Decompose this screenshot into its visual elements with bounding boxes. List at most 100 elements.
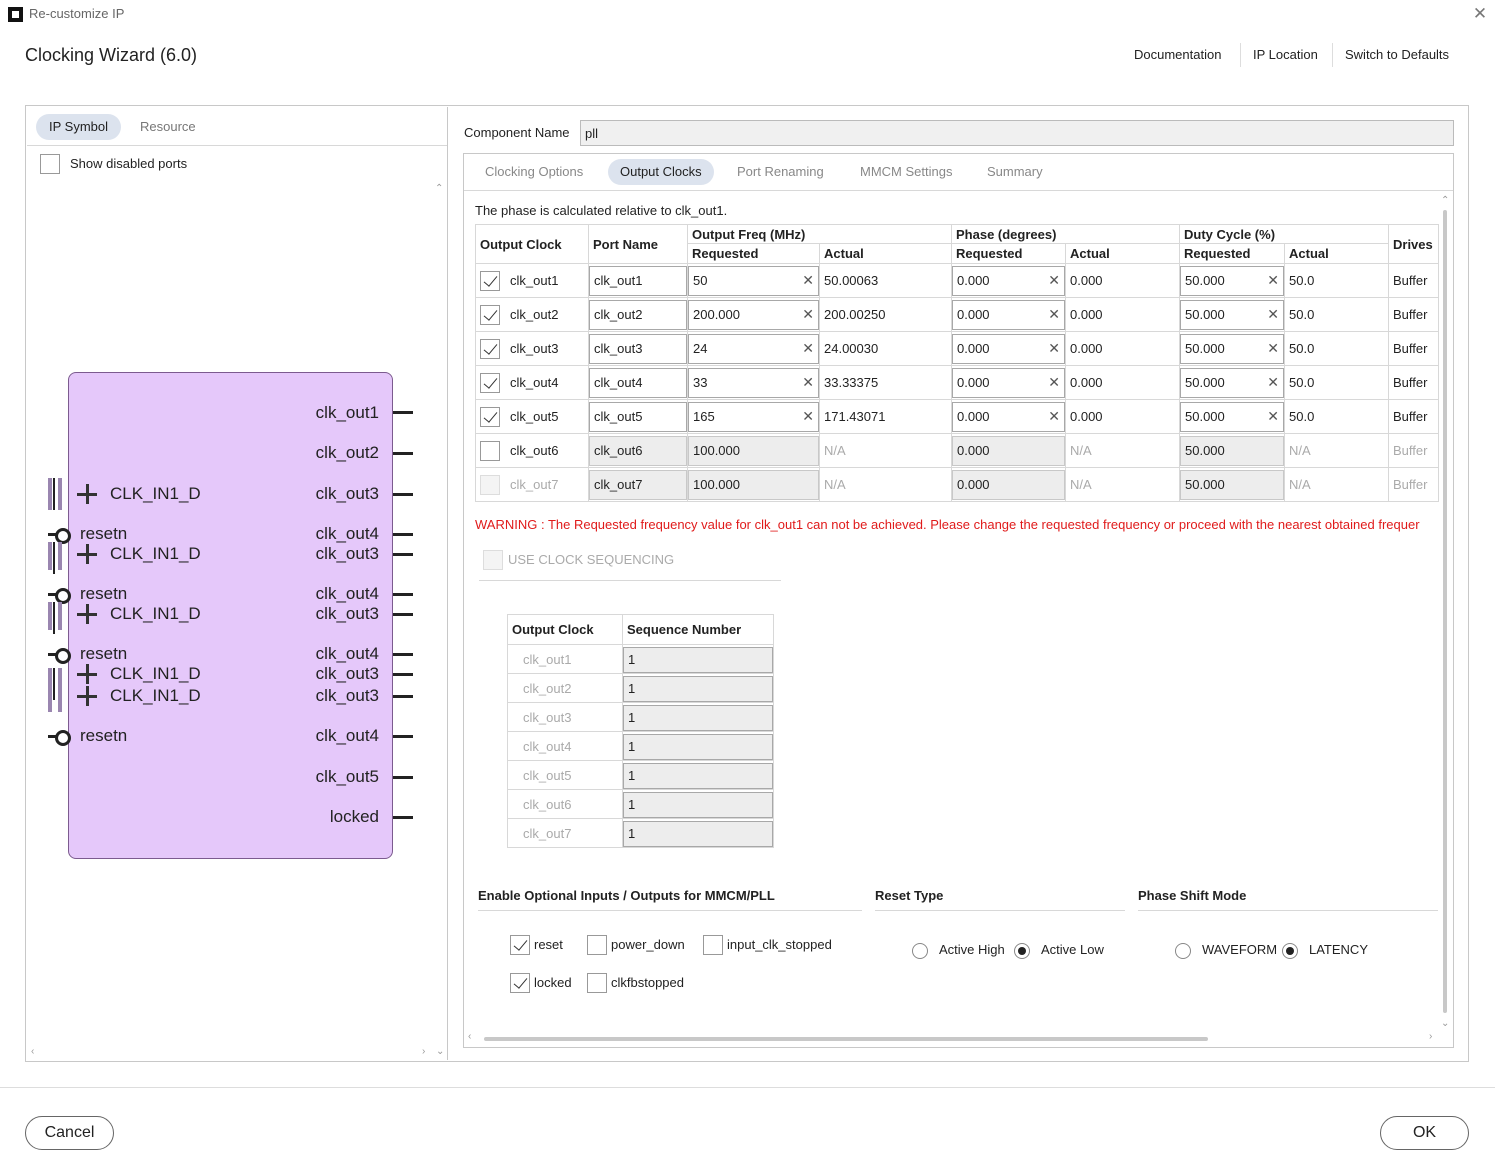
clear-icon[interactable]: ✕ xyxy=(1267,374,1279,391)
clear-icon[interactable]: ✕ xyxy=(1267,306,1279,323)
component-name-input[interactable] xyxy=(580,120,1454,146)
scroll-right-icon[interactable]: › xyxy=(422,1046,425,1057)
expand-plus-icon[interactable] xyxy=(77,604,97,624)
latency-radio[interactable] xyxy=(1282,943,1298,959)
freq-req-input[interactable]: 165 ✕ xyxy=(688,401,819,432)
phase-req-input[interactable]: 0.000 ✕ xyxy=(952,265,1065,296)
phase-req-input[interactable]: 0.000 ✕ xyxy=(952,333,1065,364)
clear-icon[interactable]: ✕ xyxy=(802,408,814,425)
clear-icon[interactable]: ✕ xyxy=(1048,340,1060,357)
clear-icon[interactable]: ✕ xyxy=(1048,272,1060,289)
duty-req-input[interactable]: 50.000 ✕ xyxy=(1180,401,1284,432)
port-input[interactable]: clk_out4 xyxy=(589,367,687,398)
sequence-number-input[interactable]: 1 xyxy=(623,676,773,702)
scroll-left-icon[interactable]: ‹ xyxy=(31,1046,34,1057)
clear-icon[interactable]: ✕ xyxy=(1048,408,1060,425)
clock-enable-checkbox[interactable] xyxy=(480,304,500,325)
active-low-radio[interactable] xyxy=(1014,943,1030,959)
port-input[interactable]: clk_out5 xyxy=(589,401,687,432)
port-input[interactable]: clk_out3 xyxy=(589,333,687,364)
clear-icon[interactable]: ✕ xyxy=(1048,306,1060,323)
sequence-number-input[interactable]: 1 xyxy=(623,763,773,789)
clear-icon[interactable]: ✕ xyxy=(1267,340,1279,357)
tab-ip-symbol[interactable]: IP Symbol xyxy=(36,114,122,140)
expand-plus-icon[interactable] xyxy=(77,686,97,706)
port-input[interactable]: clk_out7 xyxy=(589,469,687,500)
vertical-scrollbar[interactable] xyxy=(1443,210,1447,1013)
locked-checkbox[interactable] xyxy=(510,973,530,993)
phase-req-input[interactable]: 0.000 ✕ xyxy=(952,401,1065,432)
use-clock-sequencing-checkbox[interactable] xyxy=(483,550,503,570)
duty-req-input[interactable]: 50.000 ✕ xyxy=(1180,299,1284,330)
clear-icon[interactable]: ✕ xyxy=(1267,272,1279,289)
port-input[interactable]: clk_out2 xyxy=(589,299,687,330)
horizontal-scrollbar[interactable] xyxy=(484,1037,1208,1041)
switch-to-defaults-link[interactable]: Switch to Defaults xyxy=(1345,47,1449,62)
clear-icon[interactable]: ✕ xyxy=(802,306,814,323)
clock-name: clk_out6 xyxy=(510,443,559,458)
clock-enable-checkbox[interactable] xyxy=(480,372,500,393)
scroll-down-icon[interactable]: ⌄ xyxy=(436,1046,444,1057)
show-disabled-ports-checkbox[interactable] xyxy=(40,154,60,174)
clear-icon[interactable]: ✕ xyxy=(802,340,814,357)
power-down-checkbox[interactable] xyxy=(587,935,607,955)
freq-req-input[interactable]: 100.000 xyxy=(688,469,819,500)
sequence-number-input[interactable]: 1 xyxy=(623,821,773,847)
duty-req-input[interactable]: 50.000 ✕ xyxy=(1180,333,1284,364)
phase-req-input[interactable]: 0.000 xyxy=(952,469,1065,500)
scroll-right-icon[interactable]: › xyxy=(1429,1031,1432,1042)
scroll-left-icon[interactable]: ‹ xyxy=(468,1031,471,1042)
reset-checkbox[interactable] xyxy=(510,935,530,955)
tab-port-renaming[interactable]: Port Renaming xyxy=(725,159,836,185)
phase-req-input[interactable]: 0.000 ✕ xyxy=(952,299,1065,330)
sequence-number-input[interactable]: 1 xyxy=(623,647,773,673)
close-icon[interactable]: ✕ xyxy=(1470,4,1490,24)
clear-icon[interactable]: ✕ xyxy=(1267,408,1279,425)
phase-req-input[interactable]: 0.000 ✕ xyxy=(952,367,1065,398)
clock-enable-checkbox[interactable] xyxy=(480,406,500,427)
expand-plus-icon[interactable] xyxy=(77,664,97,684)
clkfbstopped-checkbox[interactable] xyxy=(587,973,607,993)
phase-req-input[interactable]: 0.000 xyxy=(952,435,1065,466)
clock-enable-checkbox[interactable] xyxy=(480,270,500,291)
tab-clocking-options[interactable]: Clocking Options xyxy=(473,159,595,185)
duty-req-input[interactable]: 50.000 xyxy=(1180,469,1284,500)
clear-icon[interactable]: ✕ xyxy=(802,272,814,289)
sequence-number-input[interactable]: 1 xyxy=(623,792,773,818)
documentation-link[interactable]: Documentation xyxy=(1134,47,1221,62)
freq-req-input[interactable]: 100.000 xyxy=(688,435,819,466)
ip-location-link[interactable]: IP Location xyxy=(1253,47,1318,62)
duty-req-input[interactable]: 50.000 ✕ xyxy=(1180,367,1284,398)
scroll-up-icon[interactable]: ⌃ xyxy=(1441,195,1449,206)
input-clk-stopped-checkbox[interactable] xyxy=(703,935,723,955)
waveform-radio[interactable] xyxy=(1175,943,1191,959)
cancel-button[interactable]: Cancel xyxy=(25,1116,114,1150)
sequence-number-input[interactable]: 1 xyxy=(623,734,773,760)
expand-plus-icon[interactable] xyxy=(77,544,97,564)
freq-req-input[interactable]: 24 ✕ xyxy=(688,333,819,364)
clock-enable-checkbox[interactable] xyxy=(480,474,500,495)
clear-icon[interactable]: ✕ xyxy=(802,374,814,391)
duty-req-input[interactable]: 50.000 xyxy=(1180,435,1284,466)
tab-resource[interactable]: Resource xyxy=(127,114,209,140)
tab-mmcm-settings[interactable]: MMCM Settings xyxy=(848,159,964,185)
clock-enable-checkbox[interactable] xyxy=(480,338,500,359)
cell-value: clk_out3 xyxy=(594,341,643,356)
clock-enable-checkbox[interactable] xyxy=(480,440,500,461)
tab-output-clocks[interactable]: Output Clocks xyxy=(608,159,714,185)
sequence-number-input[interactable]: 1 xyxy=(623,705,773,731)
port-input[interactable]: clk_out1 xyxy=(589,265,687,296)
freq-req-input[interactable]: 33 ✕ xyxy=(688,367,819,398)
ok-button[interactable]: OK xyxy=(1380,1116,1469,1150)
scroll-up-icon[interactable]: ⌃ xyxy=(435,183,443,194)
port-input[interactable]: clk_out6 xyxy=(589,435,687,466)
active-high-radio[interactable] xyxy=(912,943,928,959)
scroll-down-icon[interactable]: ⌄ xyxy=(1441,1018,1449,1029)
freq-req-input[interactable]: 200.000 ✕ xyxy=(688,299,819,330)
duty-req-input[interactable]: 50.000 ✕ xyxy=(1180,265,1284,296)
clear-icon[interactable]: ✕ xyxy=(1048,374,1060,391)
expand-plus-icon[interactable] xyxy=(77,484,97,504)
tab-summary[interactable]: Summary xyxy=(975,159,1055,185)
output-port-label: clk_out4 xyxy=(315,644,379,663)
freq-req-input[interactable]: 50 ✕ xyxy=(688,265,819,296)
